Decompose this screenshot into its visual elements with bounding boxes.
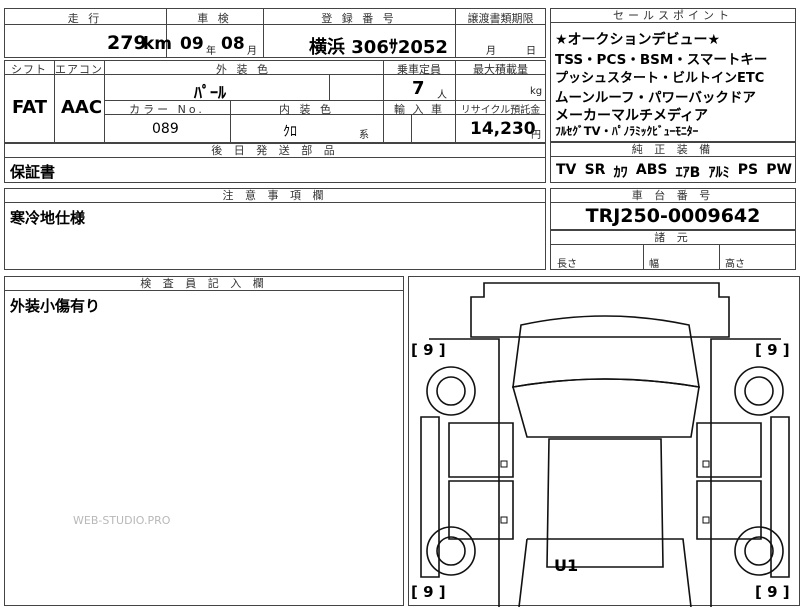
aircon-label: エアコン	[55, 63, 103, 76]
width-label: 幅	[649, 259, 659, 270]
right-mirror-shape	[770, 416, 790, 578]
chassis-box: 車 台 番 号 TRJ250-0009642	[550, 188, 796, 230]
sales-point-line: ★オークションデビュー★	[555, 32, 721, 48]
equipment-list: TV SR ｶﾜ ABS ｴｱB ｱﾙﾐ PS PW	[556, 162, 792, 182]
tire-mark-rear-left: [ 9 ]	[411, 583, 446, 601]
sales-point-line: プッシュスタート・ビルトインETC	[555, 71, 765, 86]
capacity-unit: 人	[437, 90, 447, 101]
later-parts-box: 後 日 発 送 部 品 保証書	[4, 143, 546, 183]
equipment-item: PW	[766, 162, 792, 178]
transfer-month-unit: 月	[486, 46, 496, 57]
interior-color-label: 内 装 色	[279, 103, 334, 116]
sales-points-box: セールスポイント ★オークションデビュー★ TSS・PCS・BSM・スマートキー…	[550, 8, 796, 142]
equipment-item: TV	[556, 162, 577, 178]
sales-points-label: セールスポイント	[551, 9, 795, 23]
inspector-label: 検 査 員 記 入 欄	[5, 277, 403, 291]
equipment-item: ABS	[635, 162, 668, 178]
inspection-year-unit: 年	[206, 46, 216, 57]
divider	[329, 74, 330, 100]
shift-value: FAT	[12, 97, 48, 118]
left-front-door-shape	[448, 422, 514, 478]
sales-point-line: メーカーマルチメディア	[555, 108, 709, 124]
inspection-month-unit: 月	[247, 46, 257, 57]
dimensions-box: 諸 元 長さ 幅 高さ	[550, 230, 796, 270]
recycle-value: 14,230	[470, 119, 536, 139]
chassis-label: 車 台 番 号	[551, 189, 795, 203]
genuine-equipment-label: 純 正 装 備	[551, 143, 795, 157]
mileage-value: 279	[107, 32, 147, 54]
right-front-door-shape	[696, 422, 762, 478]
inspection-month: 08	[221, 34, 245, 54]
mileage-label: 走 行	[67, 12, 103, 25]
front-right-wheel-shape	[734, 366, 784, 416]
interior-color-suffix: 系	[359, 130, 369, 141]
interior-color-value: ｸﾛ	[283, 124, 297, 140]
equipment-item: ｱﾙﾐ	[708, 165, 730, 181]
sales-point-line: ムーンルーフ・パワーバックドア	[555, 90, 756, 106]
chassis-value: TRJ250-0009642	[585, 205, 761, 227]
hood-shape	[512, 315, 700, 388]
notes-box: 注 意 事 項 欄 寒冷地仕様	[4, 188, 546, 270]
max-load-label: 最大積載量	[473, 63, 528, 76]
divider	[411, 114, 412, 143]
left-rear-door-shape	[448, 480, 514, 540]
damage-code-u1: U1	[554, 556, 579, 575]
divider	[719, 245, 720, 270]
car-diagram	[420, 282, 790, 607]
tire-mark-front-right: [ 9 ]	[755, 341, 790, 359]
genuine-equipment-box: 純 正 装 備 TV SR ｶﾜ ABS ｴｱB ｱﾙﾐ PS PW	[550, 142, 796, 183]
registration-value: 横浜 306ｻ2052	[309, 37, 448, 58]
inspection-year: 09	[180, 34, 204, 54]
shift-label: シフト	[11, 63, 47, 76]
equipment-item: ｴｱB	[675, 165, 701, 181]
recycle-label: リサイクル預託金	[460, 105, 541, 116]
rear-left-wheel-shape	[426, 526, 476, 576]
later-parts-value: 保証書	[10, 163, 56, 181]
inspection-label: 車 検	[197, 12, 232, 25]
rear-section-shape	[518, 538, 692, 607]
recycle-unit: 円	[531, 130, 541, 141]
tire-mark-front-left: [ 9 ]	[411, 341, 446, 359]
inspector-box: 検 査 員 記 入 欄 外装小傷有り	[4, 276, 404, 606]
roof-shape	[546, 438, 664, 568]
inspector-value: 外装小傷有り	[10, 297, 101, 315]
equipment-item: PS	[737, 162, 759, 178]
front-left-wheel-shape	[426, 366, 476, 416]
height-label: 高さ	[725, 259, 745, 270]
registration-label: 登 録 番 号	[321, 12, 397, 25]
exterior-color-value: ﾊﾟｰﾙ	[194, 83, 227, 102]
mileage-unit: km	[143, 34, 173, 54]
equipment-item: SR	[584, 162, 606, 178]
capacity-label: 乗車定員	[397, 63, 441, 76]
transfer-deadline-label: 譲渡書類期限	[467, 12, 534, 25]
transfer-day-unit: 日	[526, 46, 536, 57]
color-no-label: カラー No.	[129, 103, 205, 116]
notes-label: 注 意 事 項 欄	[5, 189, 545, 203]
left-mirror-shape	[420, 416, 440, 578]
aircon-value: AAC	[61, 97, 103, 118]
notes-value: 寒冷地仕様	[10, 209, 86, 227]
tire-mark-rear-right: [ 9 ]	[755, 583, 790, 601]
sales-point-line: ﾌﾙｾｸﾞTV・ﾊﾟﾉﾗﾐｯｸﾋﾞｭｰﾓﾆﾀｰ	[555, 124, 699, 138]
later-parts-label: 後 日 発 送 部 品	[5, 144, 545, 158]
import-label: 輸 入 車	[394, 103, 444, 116]
divider	[643, 245, 644, 270]
rear-right-wheel-shape	[734, 526, 784, 576]
windshield-shape	[511, 378, 700, 438]
color-no-value: 089	[152, 121, 179, 137]
capacity-value: 7	[412, 78, 425, 99]
exterior-color-label: 外 装 色	[216, 63, 271, 76]
length-label: 長さ	[557, 259, 577, 270]
watermark: WEB-STUDIO.PRO	[73, 514, 171, 527]
car-diagram-box: [ 9 ] [ 9 ] [ 9 ] [ 9 ] U1	[408, 276, 800, 607]
dimensions-label: 諸 元	[551, 231, 795, 245]
equipment-item: ｶﾜ	[613, 165, 628, 181]
max-load-unit: kg	[530, 86, 543, 97]
right-rear-door-shape	[696, 480, 762, 540]
sales-point-line: TSS・PCS・BSM・スマートキー	[555, 52, 768, 68]
